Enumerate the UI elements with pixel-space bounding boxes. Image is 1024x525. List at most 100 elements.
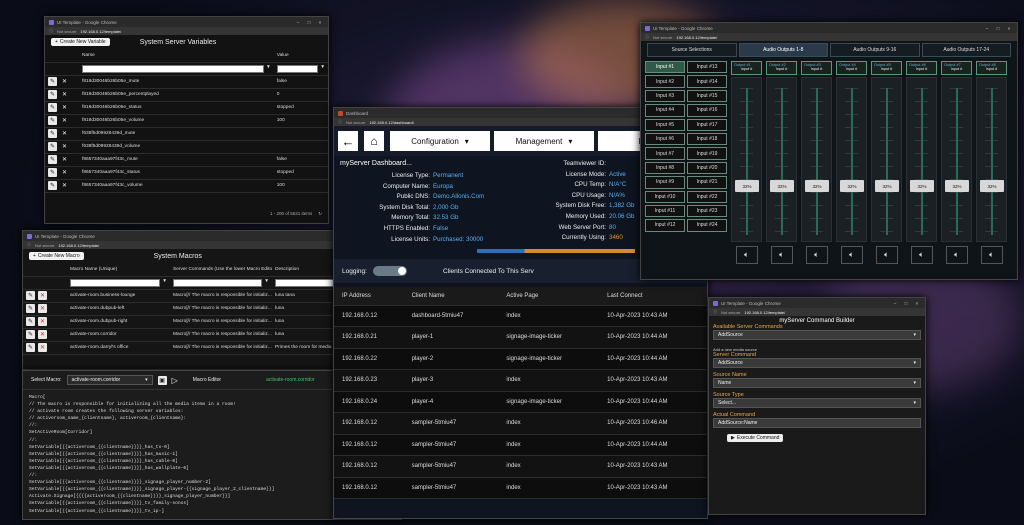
edit-icon[interactable]: ✎: [48, 142, 57, 151]
delete-icon[interactable]: ✕: [60, 168, 69, 177]
volume-fader[interactable]: 32%: [976, 77, 1007, 242]
input-button[interactable]: Input #14: [687, 75, 727, 88]
value-filter-input[interactable]: [276, 64, 319, 73]
minimize-icon[interactable]: –: [891, 301, 899, 306]
source-name-select[interactable]: Name ▾: [713, 378, 921, 388]
column-header[interactable]: Active Page: [498, 287, 600, 306]
refresh-icon[interactable]: ↻: [318, 211, 322, 217]
close-icon[interactable]: ×: [1005, 26, 1013, 31]
fader-knob[interactable]: 32%: [735, 180, 759, 192]
mute-icon[interactable]: 🔈︎: [735, 246, 758, 264]
column-header-name[interactable]: Name: [79, 49, 274, 63]
address-bar[interactable]: ⓘ Not secure 192.168.0.12/template/: [709, 308, 925, 316]
close-icon[interactable]: ×: [913, 301, 921, 306]
name-filter-input[interactable]: [82, 64, 264, 73]
output-header[interactable]: Output #8 Input #: [976, 61, 1007, 75]
column-header[interactable]: IP Address: [334, 287, 404, 306]
input-button[interactable]: Input #16: [687, 104, 727, 117]
output-header[interactable]: Output #3 Input #: [801, 61, 832, 75]
delete-icon[interactable]: ✕: [60, 155, 69, 164]
input-button[interactable]: Input #9: [645, 176, 685, 189]
volume-fader[interactable]: 32%: [941, 77, 972, 242]
macro-select[interactable]: activate-room.corridor ▾: [66, 375, 153, 385]
input-button[interactable]: Input #20: [687, 161, 727, 175]
output-header[interactable]: Output #1 Input #: [731, 61, 762, 75]
close-icon[interactable]: ×: [316, 20, 324, 25]
delete-icon[interactable]: ✕: [60, 142, 69, 151]
input-button[interactable]: Input #17: [687, 118, 727, 131]
input-button[interactable]: Input #11: [645, 204, 685, 218]
input-button[interactable]: Input #10: [645, 190, 685, 203]
edit-icon[interactable]: ✎: [26, 304, 35, 313]
input-button[interactable]: Input #5: [645, 118, 685, 131]
input-button[interactable]: Input #23: [687, 204, 727, 218]
command-filter-input[interactable]: [173, 278, 263, 287]
input-button[interactable]: Input #7: [645, 147, 685, 160]
column-header[interactable]: Client Name: [403, 287, 499, 306]
mute-icon[interactable]: 🔈︎: [910, 246, 933, 264]
output-header[interactable]: Output #2 Input #: [766, 61, 797, 75]
server-command-select[interactable]: AddSource ▾: [713, 358, 921, 368]
edit-icon[interactable]: ✎: [48, 168, 57, 177]
edit-icon[interactable]: ✎: [26, 330, 35, 339]
input-button[interactable]: Input #13: [687, 61, 727, 74]
input-button[interactable]: Input #8: [645, 161, 685, 175]
input-button[interactable]: Input #4: [645, 104, 685, 117]
column-header-macro-name[interactable]: Macro Name (Unique): [67, 263, 170, 277]
delete-icon[interactable]: ✕: [60, 103, 69, 112]
volume-fader[interactable]: 32%: [801, 77, 832, 242]
volume-fader[interactable]: 32%: [906, 77, 937, 242]
tab-3[interactable]: Audio Outputs 9-16: [830, 43, 920, 57]
output-header[interactable]: Output #5 Input #: [871, 61, 902, 75]
filter-icon[interactable]: ▼: [264, 279, 269, 287]
column-header[interactable]: Last Connect: [599, 287, 707, 306]
filter-icon[interactable]: ▼: [320, 65, 325, 73]
fader-knob[interactable]: 32%: [980, 180, 1004, 192]
edit-icon[interactable]: ✎: [48, 103, 57, 112]
column-header-value[interactable]: Value: [273, 49, 328, 63]
fader-knob[interactable]: 32%: [910, 180, 934, 192]
save-icon[interactable]: ▣: [157, 375, 167, 385]
input-button[interactable]: Input #12: [645, 219, 685, 232]
fader-knob[interactable]: 32%: [770, 180, 794, 192]
input-button[interactable]: Input #22: [687, 190, 727, 203]
edit-icon[interactable]: ✎: [48, 116, 57, 125]
maximize-icon[interactable]: □: [902, 301, 910, 306]
home-icon[interactable]: ⌂: [364, 131, 384, 151]
tab-1[interactable]: Source Selections: [647, 43, 737, 57]
input-button[interactable]: Input #1: [645, 61, 685, 74]
input-button[interactable]: Input #3: [645, 89, 685, 103]
delete-icon[interactable]: ✕: [60, 90, 69, 99]
edit-icon[interactable]: ✎: [48, 155, 57, 164]
delete-icon[interactable]: ✕: [60, 181, 69, 190]
available-commands-select[interactable]: AddSource ▾: [713, 330, 921, 340]
mute-icon[interactable]: 🔈︎: [840, 246, 863, 264]
volume-fader[interactable]: 32%: [836, 77, 867, 242]
delete-icon[interactable]: ✕: [60, 129, 69, 138]
input-button[interactable]: Input #21: [687, 176, 727, 189]
fader-knob[interactable]: 32%: [805, 180, 829, 192]
mute-icon[interactable]: 🔈︎: [805, 246, 828, 264]
delete-icon[interactable]: ✕: [38, 343, 47, 352]
address-bar[interactable]: ⓘ Not secure 192.168.0.12/template/: [45, 27, 328, 35]
input-button[interactable]: Input #19: [687, 147, 727, 160]
execute-command-button[interactable]: ▶ Execute Command: [727, 434, 784, 442]
edit-icon[interactable]: ✎: [26, 317, 35, 326]
input-button[interactable]: Input #18: [687, 132, 727, 146]
input-button[interactable]: Input #6: [645, 132, 685, 146]
actual-command-field[interactable]: AddSource:Name: [713, 418, 921, 428]
volume-fader[interactable]: 32%: [871, 77, 902, 242]
maximize-icon[interactable]: □: [994, 26, 1002, 31]
logging-toggle[interactable]: [372, 266, 407, 277]
maximize-icon[interactable]: □: [305, 20, 313, 25]
volume-fader[interactable]: 32%: [766, 77, 797, 242]
minimize-icon[interactable]: –: [294, 20, 302, 25]
output-header[interactable]: Output #4 Input #: [836, 61, 867, 75]
edit-icon[interactable]: ✎: [48, 129, 57, 138]
mute-icon[interactable]: 🔈︎: [945, 246, 968, 264]
mute-icon[interactable]: 🔈︎: [980, 246, 1003, 264]
delete-icon[interactable]: ✕: [60, 77, 69, 86]
create-variable-button[interactable]: + Create New Variable: [51, 38, 110, 46]
macro-filter-input[interactable]: [70, 278, 161, 287]
create-macro-button[interactable]: + Create New Macro: [29, 252, 84, 260]
